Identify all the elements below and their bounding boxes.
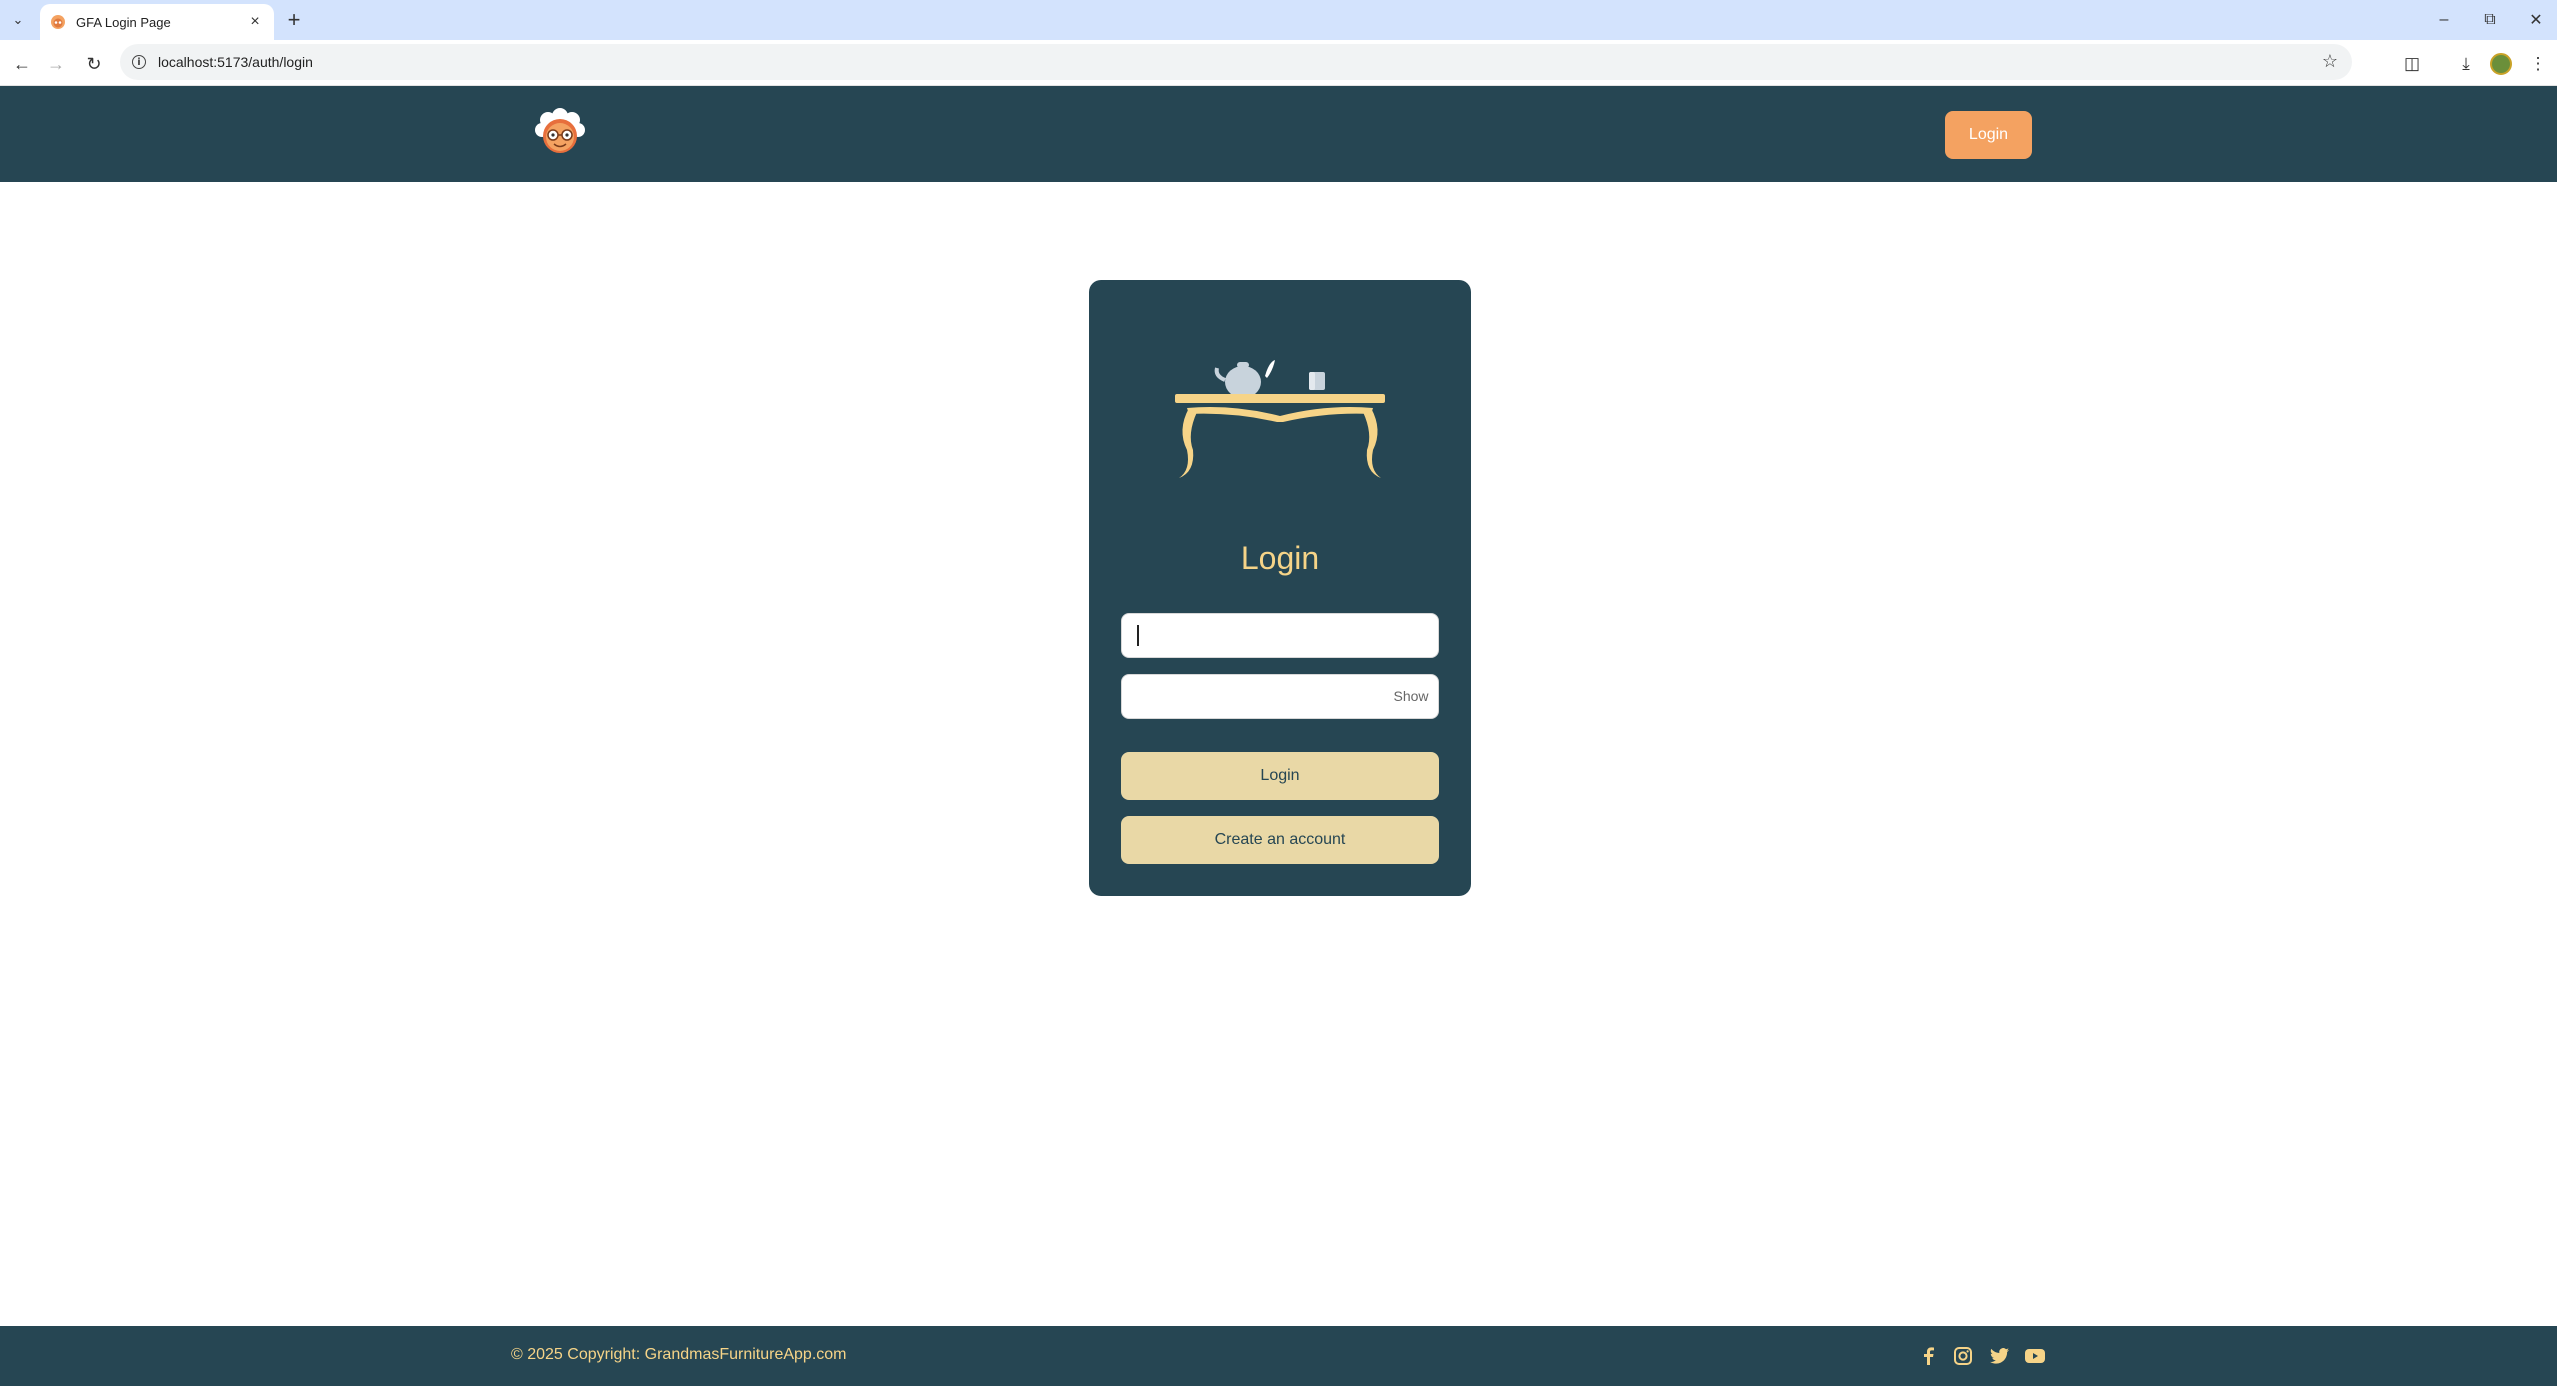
window-close-icon[interactable]: ✕: [2520, 6, 2552, 34]
header-login-button[interactable]: Login: [1945, 111, 2032, 159]
browser-tab[interactable]: GFA Login Page ×: [40, 4, 274, 40]
browser-menu-icon[interactable]: ⋮: [2524, 50, 2552, 78]
login-title: Login: [1240, 540, 1320, 576]
login-card: Login Show Login Create an account: [1089, 280, 1471, 896]
copyright-text: © 2025 Copyright: GrandmasFurnitureApp.c…: [511, 1346, 847, 1363]
site-footer: © 2025 Copyright: GrandmasFurnitureApp.c…: [0, 1326, 2557, 1386]
facebook-icon[interactable]: [1916, 1344, 1940, 1368]
back-icon[interactable]: ←: [8, 50, 36, 78]
instagram-icon[interactable]: [1951, 1344, 1975, 1368]
bookmark-star-icon[interactable]: ☆: [2322, 51, 2338, 72]
downloads-icon[interactable]: ⤓: [2452, 50, 2480, 78]
show-password-toggle[interactable]: Show: [1389, 686, 1433, 706]
grandma-favicon-icon: [51, 15, 65, 29]
extensions-icon[interactable]: ◫: [2398, 50, 2426, 78]
browser-toolbar: ← → ↻ i localhost:5173/auth/login ☆ ◫ ⤓ …: [0, 40, 2557, 86]
restore-icon[interactable]: ⧉: [2474, 6, 2506, 34]
tab-search-chevron-icon[interactable]: ⌄: [6, 8, 30, 32]
site-header: Login: [0, 86, 2557, 182]
reload-icon[interactable]: ↻: [80, 50, 108, 78]
username-input[interactable]: [1121, 613, 1439, 658]
profile-avatar[interactable]: [2490, 53, 2512, 75]
new-tab-icon[interactable]: +: [280, 6, 308, 34]
grandma-logo-icon[interactable]: [532, 106, 588, 162]
youtube-icon[interactable]: [2023, 1344, 2047, 1368]
tab-title: GFA Login Page: [76, 14, 171, 30]
forward-icon[interactable]: →: [42, 50, 70, 78]
create-account-button[interactable]: Create an account: [1121, 816, 1439, 864]
twitter-icon[interactable]: [1987, 1344, 2011, 1368]
table-illustration-icon: [1175, 360, 1385, 478]
text-caret: [1137, 625, 1139, 646]
site-info-icon[interactable]: i: [132, 55, 146, 69]
login-button[interactable]: Login: [1121, 752, 1439, 800]
tab-close-icon[interactable]: ×: [246, 13, 264, 31]
address-bar[interactable]: i localhost:5173/auth/login ☆: [120, 44, 2352, 80]
minimize-icon[interactable]: –: [2428, 6, 2460, 34]
url-text: localhost:5173/auth/login: [158, 54, 313, 70]
browser-tabstrip: ⌄ GFA Login Page × + – ⧉ ✕: [0, 0, 2557, 40]
